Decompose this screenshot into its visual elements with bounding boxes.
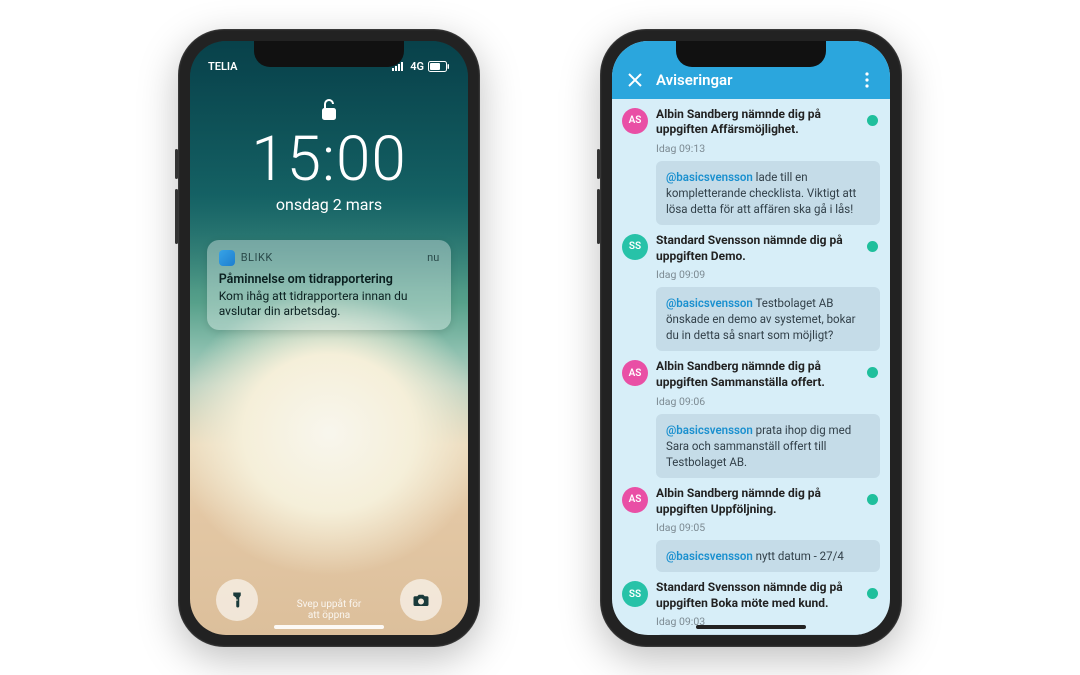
- avatar: SS: [622, 581, 648, 607]
- close-button[interactable]: [626, 72, 644, 88]
- flashlight-icon: [228, 591, 246, 609]
- item-time: Idag 09:05: [656, 521, 859, 534]
- unread-dot: [867, 588, 878, 599]
- swipe-hint: Svep uppåt för att öppna: [297, 599, 362, 621]
- status-bar: TELIA 4G: [190, 41, 468, 75]
- notification-title: Påminnelse om tidrapportering: [219, 272, 440, 287]
- item-title: Albin Sandberg nämnde dig på uppgiften S…: [656, 359, 859, 390]
- device-notch: [676, 41, 826, 67]
- camera-button[interactable]: [400, 579, 442, 621]
- network-label: 4G: [410, 60, 424, 73]
- clock-date: onsdag 2 mars: [276, 195, 382, 214]
- swipe-hint-line2: att öppna: [297, 610, 362, 621]
- carrier-label: TELIA: [208, 60, 238, 73]
- home-indicator[interactable]: [696, 625, 806, 629]
- signal-icon: [392, 61, 406, 71]
- lockscreen-notification[interactable]: BLIKK nu Påminnelse om tidrapportering K…: [207, 240, 452, 330]
- mention[interactable]: @basicsvensson: [666, 423, 753, 437]
- notification-item[interactable]: AS Albin Sandberg nämnde dig på uppgiften…: [622, 359, 880, 477]
- avatar: AS: [622, 108, 648, 134]
- item-body: @basicsvensson Testbolaget AB önskade en…: [656, 287, 880, 351]
- phone-app: Aviseringar AS Albin Sandberg nämnde dig …: [600, 29, 902, 647]
- camera-icon: [412, 591, 430, 609]
- close-icon: [627, 72, 643, 88]
- notification-item[interactable]: AS Albin Sandberg nämnde dig på uppgiften…: [622, 107, 880, 225]
- item-time: Idag 09:09: [656, 268, 859, 281]
- mention[interactable]: @basicsvensson: [666, 549, 753, 563]
- notification-body: Kom ihåg att tidrapportera innan du avsl…: [219, 289, 440, 320]
- avatar: AS: [622, 487, 648, 513]
- notification-app-name: BLIKK: [241, 251, 421, 264]
- notification-item[interactable]: SS Standard Svensson nämnde dig på uppgif…: [622, 233, 880, 351]
- unlock-icon: [319, 97, 339, 127]
- mention[interactable]: @basicsvensson: [666, 296, 753, 310]
- flashlight-button[interactable]: [216, 579, 258, 621]
- item-body: @basicsvensson prata ihop dig med Sara o…: [656, 414, 880, 478]
- item-title: Standard Svensson nämnde dig på uppgifte…: [656, 233, 859, 264]
- item-body: @basicsvensson nytt datum - 27/4: [656, 540, 880, 572]
- home-indicator[interactable]: [274, 625, 384, 629]
- notifications-screen: Aviseringar AS Albin Sandberg nämnde dig …: [612, 41, 890, 635]
- notification-time: nu: [427, 251, 439, 264]
- avatar: AS: [622, 360, 648, 386]
- item-body: @basicsvensson lade till en kompletteran…: [656, 161, 880, 225]
- unread-dot: [867, 494, 878, 505]
- app-icon-blikk: [219, 250, 235, 266]
- item-time: Idag 09:06: [656, 395, 859, 408]
- dots-vertical-icon: [865, 72, 869, 88]
- unread-dot: [867, 115, 878, 126]
- item-title: Albin Sandberg nämnde dig på uppgiften U…: [656, 486, 859, 517]
- mention[interactable]: @basicsvensson: [666, 170, 753, 184]
- battery-icon: [428, 61, 450, 72]
- header-title: Aviseringar: [656, 71, 733, 89]
- unread-dot: [867, 241, 878, 252]
- item-time: Idag 09:13: [656, 142, 859, 155]
- item-title: Albin Sandberg nämnde dig på uppgiften A…: [656, 107, 859, 138]
- avatar: SS: [622, 234, 648, 260]
- lock-screen[interactable]: TELIA 4G 15:00 onsdag 2 mar: [190, 41, 468, 635]
- clock-time: 15:00: [251, 129, 407, 191]
- item-title: Standard Svensson nämnde dig på uppgifte…: [656, 580, 859, 611]
- swipe-hint-line1: Svep uppåt för: [297, 599, 362, 610]
- more-menu-button[interactable]: [858, 72, 876, 88]
- notification-feed[interactable]: AS Albin Sandberg nämnde dig på uppgiften…: [612, 99, 890, 635]
- phone-lockscreen: TELIA 4G 15:00 onsdag 2 mar: [178, 29, 480, 647]
- unread-dot: [867, 367, 878, 378]
- notification-item[interactable]: AS Albin Sandberg nämnde dig på uppgiften…: [622, 486, 880, 572]
